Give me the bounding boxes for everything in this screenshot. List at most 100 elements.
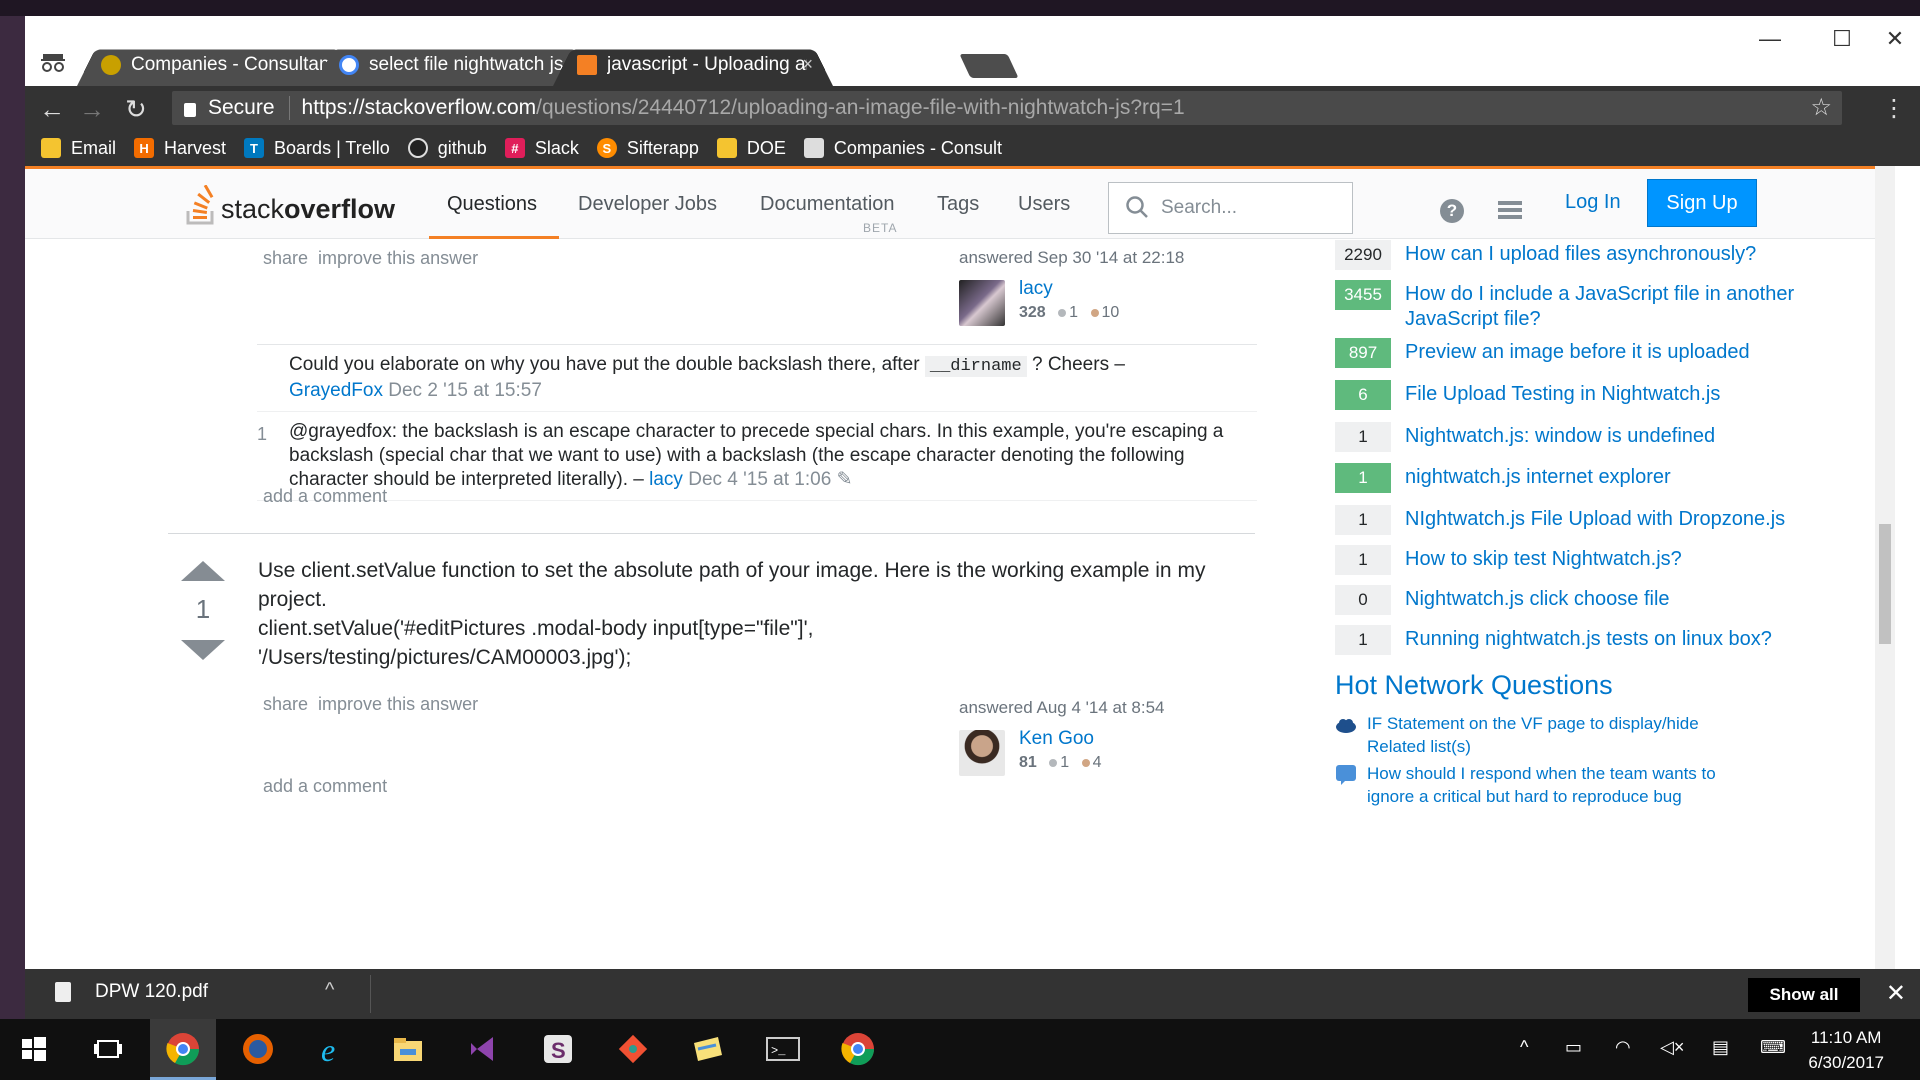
related-question-link[interactable]: nightwatch.js internet explorer — [1405, 463, 1795, 490]
browser-menu-icon[interactable]: ⋮ — [1882, 94, 1906, 123]
log-in-link[interactable]: Log In — [1565, 191, 1621, 214]
sticky-folder-icon[interactable] — [688, 1029, 728, 1069]
bookmark-trello[interactable]: T Boards | Trello — [244, 138, 390, 159]
related-question[interactable]: 6 File Upload Testing in Nightwatch.js — [1335, 380, 1795, 410]
tab-close-icon[interactable]: × — [802, 54, 813, 75]
user-name-link[interactable]: Ken Goo — [1019, 728, 1094, 750]
reload-icon[interactable]: ↻ — [125, 94, 147, 125]
nav-users[interactable]: Users — [1018, 193, 1070, 216]
bookmark-harvest[interactable]: H Harvest — [134, 138, 226, 159]
related-question-link[interactable]: Running nightwatch.js tests on linux box… — [1405, 625, 1795, 652]
nav-tags[interactable]: Tags — [937, 193, 979, 216]
user-avatar[interactable] — [959, 280, 1005, 326]
chrome-secondary-icon[interactable] — [838, 1029, 878, 1069]
hot-network-questions-title[interactable]: Hot Network Questions — [1335, 670, 1613, 701]
page-scrollbar[interactable] — [1875, 166, 1895, 969]
chevron-up-tray-icon[interactable]: ^ — [1520, 1037, 1528, 1058]
bookmark-sifterapp[interactable]: S Sifterapp — [596, 138, 699, 159]
improve-answer-link[interactable]: improve this answer — [318, 694, 478, 714]
new-tab-button[interactable] — [959, 54, 1019, 78]
show-all-button[interactable]: Show all — [1748, 978, 1860, 1012]
related-question-link[interactable]: Preview an image before it is uploaded — [1405, 338, 1795, 365]
silver-badge-count: 1 — [1060, 754, 1070, 771]
user-name-link[interactable]: lacy — [1019, 278, 1053, 300]
related-question-link[interactable]: How to skip test Nightwatch.js? — [1405, 545, 1795, 572]
related-question[interactable]: 1 NIghtwatch.js File Upload with Dropzon… — [1335, 505, 1795, 535]
add-comment-link[interactable]: add a comment — [263, 486, 387, 507]
nav-developer-jobs[interactable]: Developer Jobs — [578, 193, 717, 216]
related-question[interactable]: 897 Preview an image before it is upload… — [1335, 338, 1795, 368]
minimize-button[interactable]: — — [1750, 26, 1790, 52]
file-explorer-icon[interactable] — [388, 1029, 428, 1069]
comment-user-link[interactable]: GrayedFox — [289, 380, 383, 401]
back-arrow-icon[interactable]: ← — [39, 94, 65, 125]
downvote-arrow-icon[interactable] — [181, 640, 225, 660]
tab-companies[interactable]: Companies - Consultant × — [87, 44, 347, 86]
keyboard-icon[interactable]: ⌨ — [1760, 1037, 1786, 1058]
related-question[interactable]: 2290 How can I upload files asynchronous… — [1335, 240, 1795, 270]
forward-arrow-icon[interactable]: → — [79, 94, 105, 125]
volume-muted-icon[interactable]: ◁× — [1660, 1037, 1684, 1058]
bookmark-github[interactable]: github — [407, 138, 487, 159]
download-item[interactable]: DPW 120.pdf — [55, 981, 208, 1003]
related-question[interactable]: 3455 How do I include a JavaScript file … — [1335, 280, 1795, 332]
related-question[interactable]: 1 Running nightwatch.js tests on linux b… — [1335, 625, 1795, 655]
scrollbar-thumb[interactable] — [1879, 524, 1891, 644]
battery-icon[interactable]: ▭ — [1565, 1037, 1582, 1058]
answer1-user-card: answered Sep 30 '14 at 22:18 lacy 328 1 … — [959, 248, 1219, 326]
upvote-arrow-icon[interactable] — [181, 561, 225, 581]
bookmark-email[interactable]: Email — [41, 138, 116, 159]
related-question[interactable]: 0 Nightwatch.js click choose file — [1335, 585, 1795, 615]
related-question-link[interactable]: File Upload Testing in Nightwatch.js — [1405, 380, 1795, 407]
related-question-link[interactable]: Nightwatch.js click choose file — [1405, 585, 1795, 612]
chevron-up-icon[interactable]: ^ — [325, 979, 334, 1002]
bookmark-doe[interactable]: DOE — [716, 138, 786, 159]
review-queue-icon[interactable] — [1497, 199, 1523, 221]
related-question[interactable]: 1 Nightwatch.js: window is undefined — [1335, 422, 1795, 452]
windows-start-icon[interactable] — [14, 1029, 54, 1069]
close-window-button[interactable]: ✕ — [1875, 26, 1915, 52]
close-icon[interactable]: ✕ — [1886, 979, 1906, 1008]
wifi-icon[interactable]: ◠ — [1615, 1037, 1631, 1058]
hot-question[interactable]: How should I respond when the team wants… — [1335, 762, 1747, 808]
bookmark-companies[interactable]: Companies - Consult — [803, 138, 1002, 159]
nav-documentation[interactable]: Documentation — [760, 193, 895, 216]
related-question[interactable]: 1 nightwatch.js internet explorer — [1335, 463, 1795, 493]
visual-studio-icon[interactable] — [463, 1029, 503, 1069]
lock-icon — [184, 103, 196, 117]
add-comment-link[interactable]: add a comment — [263, 776, 387, 797]
tab-google-search[interactable]: select file nightwatch js - × — [325, 44, 585, 86]
related-question-link[interactable]: NIghtwatch.js File Upload with Dropzone.… — [1405, 505, 1795, 532]
internet-explorer-icon[interactable]: e — [313, 1029, 353, 1069]
improve-answer-link[interactable]: improve this answer — [318, 248, 478, 268]
hot-question-link[interactable]: IF Statement on the VF page to display/h… — [1367, 712, 1747, 758]
nav-questions[interactable]: Questions — [447, 193, 537, 216]
bookmark-star-icon[interactable]: ☆ — [1810, 93, 1832, 122]
search-input[interactable]: Search... — [1108, 182, 1353, 234]
git-client-icon[interactable] — [613, 1029, 653, 1069]
hot-question[interactable]: IF Statement on the VF page to display/h… — [1335, 712, 1747, 758]
terminal-icon[interactable]: >_ — [763, 1029, 803, 1069]
system-clock[interactable]: 11:10 AM 6/30/2017 — [1808, 1025, 1884, 1075]
chrome-icon[interactable] — [163, 1029, 203, 1069]
user-avatar[interactable] — [959, 730, 1005, 776]
help-icon[interactable]: ? — [1440, 199, 1464, 223]
related-question-link[interactable]: How can I upload files asynchronously? — [1405, 240, 1795, 267]
maximize-button[interactable]: ☐ — [1822, 26, 1862, 52]
stackoverflow-logo[interactable]: stack overflow — [185, 185, 395, 225]
bookmark-slack[interactable]: # Slack — [504, 138, 579, 159]
slack-app-icon[interactable]: S — [538, 1029, 578, 1069]
comment-user-link[interactable]: lacy — [649, 469, 683, 490]
hot-question-link[interactable]: How should I respond when the team wants… — [1367, 762, 1747, 808]
action-center-icon[interactable]: ▤ — [1712, 1037, 1729, 1058]
related-question-link[interactable]: Nightwatch.js: window is undefined — [1405, 422, 1795, 449]
share-link[interactable]: share — [263, 694, 308, 714]
share-link[interactable]: share — [263, 248, 308, 268]
tab-stackoverflow[interactable]: javascript - Uploading an × — [563, 44, 823, 86]
firefox-icon[interactable] — [238, 1029, 278, 1069]
sign-up-button[interactable]: Sign Up — [1647, 179, 1757, 227]
address-bar[interactable]: Secure https://stackoverflow.com/questio… — [172, 91, 1842, 125]
task-view-icon[interactable] — [88, 1029, 128, 1069]
related-question-link[interactable]: How do I include a JavaScript file in an… — [1405, 280, 1795, 332]
related-question[interactable]: 1 How to skip test Nightwatch.js? — [1335, 545, 1795, 575]
